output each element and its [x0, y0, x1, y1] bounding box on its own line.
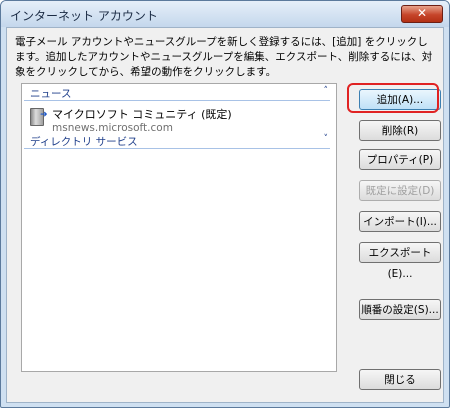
- arrow-icon: ➜: [40, 110, 48, 120]
- export-button[interactable]: エクスポート(E)...: [359, 242, 441, 280]
- chevron-up-icon[interactable]: ˄: [324, 86, 329, 96]
- import-button[interactable]: インポート(I)...: [359, 211, 441, 232]
- group-label-news: ニュース: [30, 88, 72, 100]
- properties-button[interactable]: プロパティ(P): [359, 149, 441, 170]
- group-header-news[interactable]: ニュース ˄: [24, 86, 330, 101]
- instruction-text: 電子メール アカウントやニュースグループを新しく登録するには、[追加] をクリッ…: [15, 36, 433, 78]
- set-default-button[interactable]: 既定に設定(D): [359, 180, 441, 201]
- add-button-highlight: [347, 83, 439, 113]
- close-button[interactable]: 閉じる: [359, 369, 441, 390]
- order-settings-button[interactable]: 順番の設定(S)...: [359, 299, 441, 320]
- delete-button[interactable]: 削除(R): [359, 120, 441, 141]
- internet-accounts-window: インターネット アカウント ✕ 電子メール アカウントやニュースグループを新しく…: [0, 0, 450, 408]
- title-bar[interactable]: インターネット アカウント ✕: [1, 1, 449, 27]
- group-label-directory-services: ディレクトリ サービス: [30, 136, 138, 148]
- chevron-down-icon[interactable]: ˅: [324, 134, 329, 144]
- window-title: インターネット アカウント: [10, 9, 158, 23]
- account-server: msnews.microsoft.com: [52, 122, 173, 134]
- group-header-directory-services[interactable]: ディレクトリ サービス ˅: [24, 134, 330, 149]
- account-name: マイクロソフト コミュニティ (既定): [52, 108, 232, 121]
- close-icon[interactable]: ✕: [401, 5, 443, 23]
- account-list[interactable]: ニュース ˄ ➜ マイクロソフト コミュニティ (既定) msnews.micr…: [21, 83, 337, 372]
